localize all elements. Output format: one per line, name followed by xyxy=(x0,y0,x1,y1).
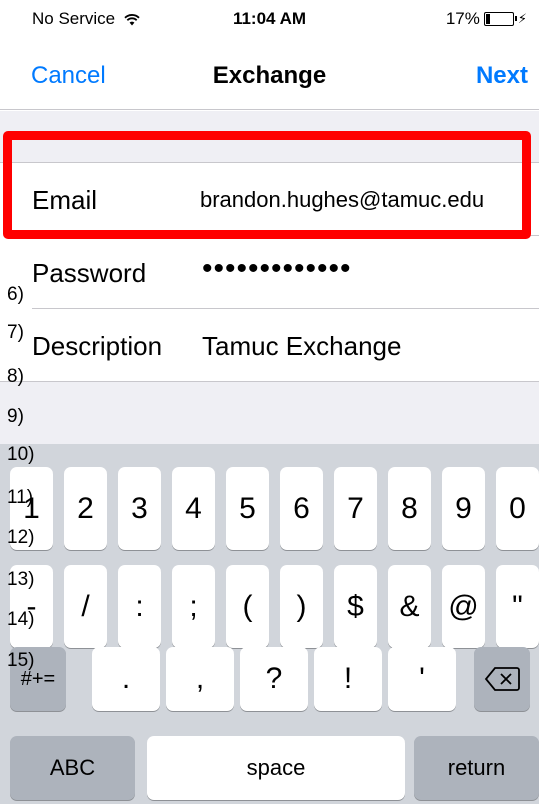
description-row[interactable]: Description Tamuc Exchange xyxy=(32,309,539,382)
key-at[interactable]: @ xyxy=(442,565,485,648)
battery-indicator: 17% ⚡ xyxy=(446,9,527,29)
key-label: 7 xyxy=(347,492,364,525)
key-period[interactable]: . xyxy=(92,647,160,711)
key-7[interactable]: 7 xyxy=(334,467,377,550)
key-comma[interactable]: , xyxy=(166,647,234,711)
line-marker: 10) xyxy=(7,444,35,465)
key-ampersand[interactable]: & xyxy=(388,565,431,648)
line-marker: 11) xyxy=(7,487,34,508)
key-label: " xyxy=(512,590,523,623)
keyboard: 1 2 3 4 5 6 7 8 9 0 - / : ; ( ) $ & @ " … xyxy=(0,444,539,804)
key-label: 5 xyxy=(239,492,256,525)
key-semicolon[interactable]: ; xyxy=(172,565,215,648)
key-2[interactable]: 2 xyxy=(64,467,107,550)
key-5[interactable]: 5 xyxy=(226,467,269,550)
battery-icon xyxy=(483,12,517,26)
line-marker: 13) xyxy=(7,569,35,590)
page-title: Exchange xyxy=(212,62,327,89)
key-label: 8 xyxy=(401,492,418,525)
description-label: Description xyxy=(32,331,163,361)
key-label: return xyxy=(447,755,506,780)
password-row[interactable]: Password ••••••••••••• xyxy=(32,236,539,309)
key-colon[interactable]: : xyxy=(118,565,161,648)
key-label: ) xyxy=(296,590,307,623)
key-6[interactable]: 6 xyxy=(280,467,323,550)
abc-button[interactable]: ABC xyxy=(10,736,135,800)
key-9[interactable]: 9 xyxy=(442,467,485,550)
line-marker: 8) xyxy=(7,366,24,387)
key-label: 0 xyxy=(509,492,526,525)
key-slash[interactable]: / xyxy=(64,565,107,648)
battery-fill xyxy=(485,14,490,24)
status-bar: No Service 11:04 AM 17% ⚡ xyxy=(0,0,539,40)
line-marker: 12) xyxy=(7,527,35,548)
key-label: @ xyxy=(448,590,479,623)
line-marker: 14) xyxy=(7,609,35,630)
line-marker: 6) xyxy=(7,284,24,305)
battery-percent: 17% xyxy=(445,9,480,28)
key-label: 2 xyxy=(77,492,94,525)
line-marker: 7) xyxy=(7,322,24,343)
return-button[interactable]: return xyxy=(414,736,539,800)
backspace-icon xyxy=(484,667,520,691)
key-8[interactable]: 8 xyxy=(388,467,431,550)
line-marker: 15) xyxy=(7,650,35,671)
key-0[interactable]: 0 xyxy=(496,467,539,550)
key-label: $ xyxy=(347,590,364,623)
key-label: space xyxy=(246,755,306,780)
next-button[interactable]: Next xyxy=(476,62,528,90)
key-label: ? xyxy=(265,662,283,695)
key-label: ( xyxy=(242,590,253,623)
key-label: 4 xyxy=(185,492,202,525)
key-label: ' xyxy=(419,662,425,695)
password-field[interactable]: ••••••••••••• xyxy=(202,252,352,286)
lightning-bolt-icon: ⚡ xyxy=(517,11,527,26)
key-label: : xyxy=(135,590,144,623)
key-quote[interactable]: " xyxy=(496,565,539,648)
key-label: 9 xyxy=(455,492,472,525)
key-3[interactable]: 3 xyxy=(118,467,161,550)
space-button[interactable]: space xyxy=(147,736,405,800)
key-label: 6 xyxy=(293,492,310,525)
navigation-bar: Cancel Exchange Next xyxy=(0,40,539,110)
key-label: 3 xyxy=(131,492,148,525)
key-label: , xyxy=(195,662,205,695)
description-field[interactable]: Tamuc Exchange xyxy=(202,331,401,362)
password-label: Password xyxy=(32,258,147,288)
key-open-paren[interactable]: ( xyxy=(226,565,269,648)
key-label: & xyxy=(399,590,420,623)
key-label: / xyxy=(81,590,90,623)
key-dollar[interactable]: $ xyxy=(334,565,377,648)
key-exclamation[interactable]: ! xyxy=(314,647,382,711)
key-label: . xyxy=(121,662,131,695)
key-label: ; xyxy=(189,590,198,623)
email-highlight-box xyxy=(3,131,531,239)
key-apostrophe[interactable]: ' xyxy=(388,647,456,711)
key-question[interactable]: ? xyxy=(240,647,308,711)
battery-nub xyxy=(514,16,517,21)
backspace-button[interactable] xyxy=(474,647,530,711)
line-marker: 9) xyxy=(7,406,24,427)
key-label: ! xyxy=(343,662,353,695)
key-4[interactable]: 4 xyxy=(172,467,215,550)
key-label: ABC xyxy=(49,755,96,780)
key-close-paren[interactable]: ) xyxy=(280,565,323,648)
